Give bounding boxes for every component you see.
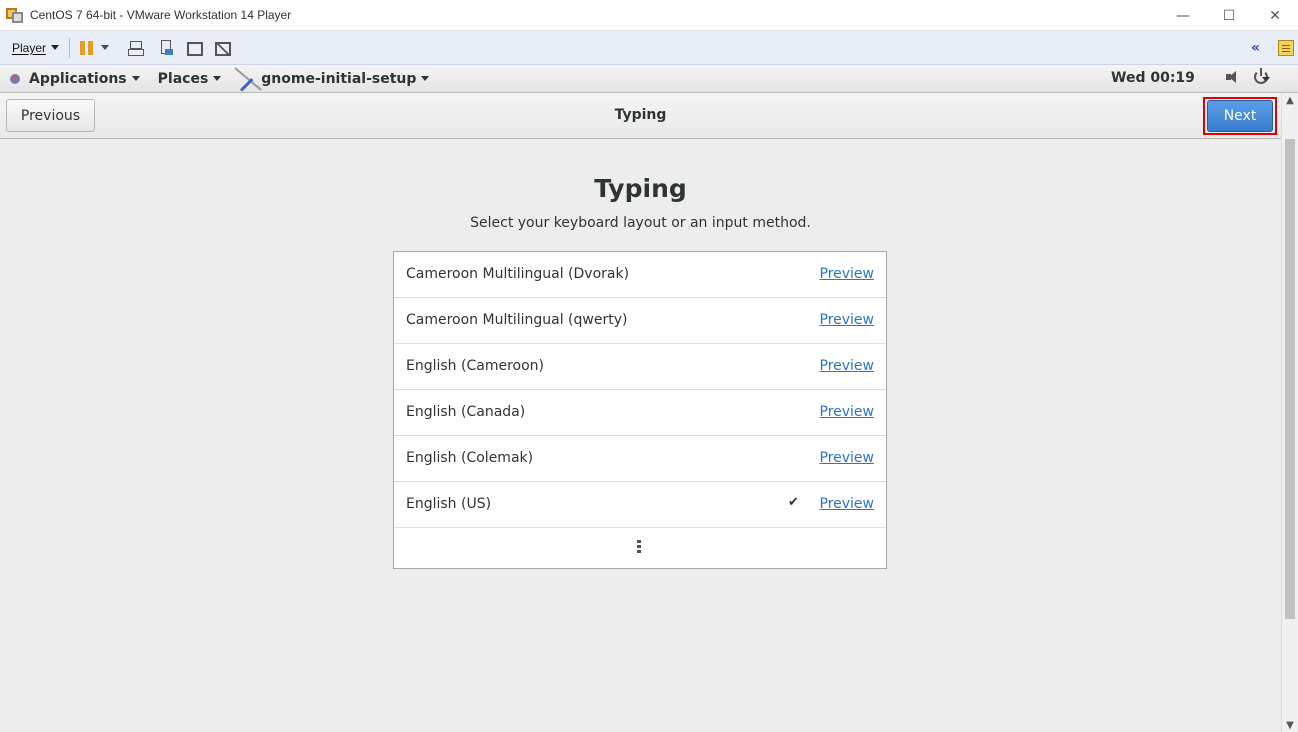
send-ctrl-alt-del-icon[interactable] <box>127 39 145 57</box>
vmware-title-bar: CentOS 7 64-bit - VMware Workstation 14 … <box>0 0 1298 31</box>
volume-icon <box>1226 70 1240 84</box>
page-title: Typing <box>594 174 687 203</box>
layout-label: English (Colemak) <box>406 450 534 466</box>
layout-label: Cameroon Multilingual (qwerty) <box>406 312 628 328</box>
player-menu-label: Player <box>12 40 47 55</box>
preview-link[interactable]: Preview <box>820 404 875 420</box>
preview-link[interactable]: Preview <box>820 496 875 512</box>
chevron-down-icon <box>131 76 140 81</box>
places-menu[interactable]: Places <box>158 71 222 87</box>
vmware-toolbar: Player « <box>0 31 1298 65</box>
more-layouts-row[interactable] <box>394 528 886 568</box>
checkmark-icon: ✔ <box>788 495 799 510</box>
initial-setup-app-icon <box>233 65 267 93</box>
layout-row[interactable]: English (Colemak) Preview <box>394 436 886 482</box>
preview-link[interactable]: Preview <box>820 358 875 374</box>
notes-icon[interactable] <box>1278 40 1294 56</box>
clock[interactable]: Wed 00:19 <box>1111 70 1195 86</box>
toolbar-divider <box>69 37 71 58</box>
app-menu-label: gnome-initial-setup <box>261 70 417 87</box>
applications-menu[interactable]: Applications <box>29 71 140 87</box>
typing-page: Typing Select your keyboard layout or an… <box>0 140 1281 732</box>
unity-mode-icon[interactable] <box>215 41 232 56</box>
scroll-down-arrow-icon[interactable]: ▼ <box>1282 718 1298 732</box>
scroll-thumb[interactable] <box>1285 139 1295 619</box>
chevron-down-icon <box>51 45 60 50</box>
preview-link[interactable]: Preview <box>820 450 875 466</box>
scroll-up-arrow-icon[interactable]: ▲ <box>1282 93 1298 107</box>
maximize-button[interactable]: ☐ <box>1206 0 1252 31</box>
preview-link[interactable]: Preview <box>820 312 875 328</box>
layout-row[interactable]: English (Cameroon) Preview <box>394 344 886 390</box>
vmware-logo-icon <box>6 6 24 24</box>
next-button[interactable]: Next <box>1207 100 1273 132</box>
page-subtitle: Select your keyboard layout or an input … <box>470 215 811 231</box>
header-title: Typing <box>614 107 667 123</box>
player-menu[interactable]: Player <box>12 40 60 55</box>
layout-label: Cameroon Multilingual (Dvorak) <box>406 266 630 282</box>
window-title: CentOS 7 64-bit - VMware Workstation 14 … <box>30 8 292 22</box>
gnome-top-bar: Applications Places gnome-initial-setup … <box>0 65 1298 93</box>
app-menu[interactable]: gnome-initial-setup <box>261 70 430 87</box>
pause-icon[interactable] <box>80 40 94 55</box>
applications-menu-label: Applications <box>29 70 127 87</box>
layout-label: English (Cameroon) <box>406 358 544 374</box>
more-options-icon <box>637 540 641 553</box>
removable-devices-icon[interactable] <box>157 39 175 57</box>
chevron-down-icon <box>421 76 430 81</box>
system-menu-chevron-icon[interactable] <box>1262 77 1270 82</box>
layout-label: English (US) <box>406 496 492 512</box>
collapse-toolbar-icon[interactable]: « <box>1251 40 1260 56</box>
applications-menu-icon <box>8 72 22 86</box>
close-button[interactable]: ✕ <box>1252 0 1298 31</box>
layout-row[interactable]: Cameroon Multilingual (Dvorak) Preview <box>394 252 886 298</box>
places-menu-label: Places <box>157 70 209 87</box>
setup-header-bar: Previous Typing Next <box>0 93 1281 139</box>
power-options-chevron-icon[interactable] <box>101 45 110 50</box>
window-controls: — ☐ ✕ <box>1160 0 1298 31</box>
layout-row[interactable]: Cameroon Multilingual (qwerty) Preview <box>394 298 886 344</box>
minimize-button[interactable]: — <box>1160 0 1206 31</box>
keyboard-layout-list: Cameroon Multilingual (Dvorak) Preview C… <box>393 251 887 569</box>
layout-label: English (Canada) <box>406 404 526 420</box>
vertical-scrollbar[interactable]: ▲ ▼ <box>1281 93 1298 732</box>
layout-row-selected[interactable]: English (US) ✔ Preview <box>394 482 886 528</box>
layout-row[interactable]: English (Canada) Preview <box>394 390 886 436</box>
full-screen-icon[interactable] <box>187 41 204 56</box>
chevron-down-icon <box>213 76 222 81</box>
preview-link[interactable]: Preview <box>820 266 875 282</box>
